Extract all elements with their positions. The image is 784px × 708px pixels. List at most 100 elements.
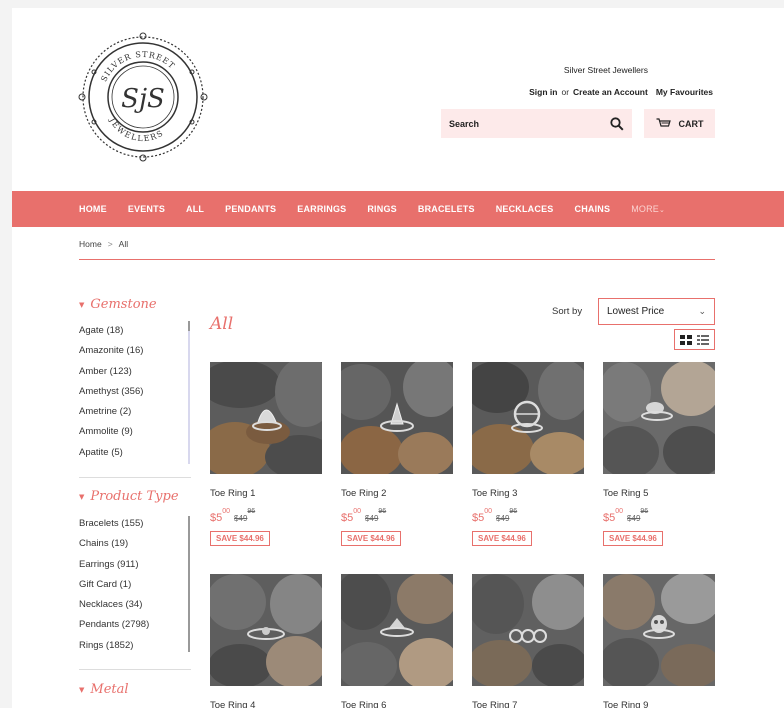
caret-down-icon: ▼ — [79, 492, 85, 501]
filter-heading-gemstone[interactable]: ▼ Gemstone — [79, 297, 157, 312]
save-badge: SAVE $44.96 — [603, 531, 663, 546]
product-name[interactable]: Toe Ring 5 — [603, 488, 648, 499]
nav-item-rings[interactable]: RINGS — [367, 204, 397, 214]
product-card[interactable]: Toe Ring 2 $500$4996 SAVE $44.96 — [341, 362, 453, 546]
original-price-main: $49 — [234, 514, 248, 523]
product-card[interactable]: Toe Ring 7 — [472, 574, 584, 708]
product-name[interactable]: Toe Ring 7 — [472, 700, 517, 708]
original-price-cents: 96 — [247, 508, 256, 515]
search-bar — [441, 109, 632, 138]
favourites-link[interactable]: My Favourites — [656, 87, 713, 97]
filter-heading-metal[interactable]: ▼ Metal — [79, 682, 129, 697]
filter-list-gemstone: Agate (18) Amazonite (16) Amber (123) Am… — [79, 321, 143, 463]
product-image[interactable] — [210, 574, 322, 686]
product-image[interactable] — [341, 362, 453, 474]
caret-down-icon: ▼ — [79, 300, 85, 309]
search-icon[interactable] — [610, 116, 624, 131]
filter-option[interactable]: Rings (1852) — [79, 636, 149, 656]
original-price-main: $49 — [627, 514, 641, 523]
price-cents: 00 — [222, 508, 231, 515]
filter-option[interactable]: Necklaces (34) — [79, 595, 149, 615]
filter-option[interactable]: Chains (19) — [79, 534, 149, 554]
nav-item-events[interactable]: EVENTS — [128, 204, 165, 214]
list-view-icon[interactable] — [696, 334, 709, 345]
collection-title: All — [210, 314, 234, 334]
product-name[interactable]: Toe Ring 6 — [341, 700, 386, 708]
filter-title-gemstone: Gemstone — [90, 297, 157, 312]
product-card[interactable]: Toe Ring 9 — [603, 574, 715, 708]
svg-text:SjS: SjS — [121, 84, 165, 114]
product-price: $500$4996 — [472, 508, 517, 526]
filter-heading-product-type[interactable]: ▼ Product Type — [79, 489, 179, 504]
product-image[interactable] — [341, 574, 453, 686]
filter-option[interactable]: Ametrine (2) — [79, 402, 143, 422]
product-image[interactable] — [472, 362, 584, 474]
sign-in-link[interactable]: Sign in — [529, 87, 557, 97]
save-badge: SAVE $44.96 — [341, 531, 401, 546]
product-card[interactable]: Toe Ring 4 — [210, 574, 322, 708]
chevron-down-icon: ⌄ — [698, 306, 706, 316]
price-cents: 00 — [484, 508, 493, 515]
product-image[interactable] — [210, 362, 322, 474]
product-name[interactable]: Toe Ring 2 — [341, 488, 386, 499]
nav-item-pendants[interactable]: PENDANTS — [225, 204, 276, 214]
gemstone-scrollbar[interactable] — [188, 321, 190, 464]
breadcrumb-separator: > — [107, 239, 113, 249]
original-price-main: $49 — [365, 514, 379, 523]
breadcrumb-home[interactable]: Home — [79, 239, 102, 249]
store-name: Silver Street Jewellers — [563, 65, 648, 75]
caret-down-icon: ▼ — [79, 685, 85, 694]
product-card[interactable]: Toe Ring 3 $500$4996 SAVE $44.96 — [472, 362, 584, 546]
filter-option[interactable]: Apatite (5) — [79, 443, 143, 463]
sort-value: Lowest Price — [607, 306, 665, 317]
grid-view-icon[interactable] — [680, 334, 693, 345]
nav-item-earrings[interactable]: EARRINGS — [297, 204, 346, 214]
page: SILVER STREET JEWELLERS SjS Silver Stree… — [12, 8, 784, 708]
nav-item-chains[interactable]: CHAINS — [575, 204, 611, 214]
nav-item-home[interactable]: HOME — [79, 204, 107, 214]
product-card[interactable]: Toe Ring 1 $500$4996 SAVE $44.96 — [210, 362, 322, 546]
divider — [79, 477, 191, 478]
filter-option[interactable]: Amethyst (356) — [79, 382, 143, 402]
product-image[interactable] — [603, 574, 715, 686]
nav-item-all[interactable]: ALL — [186, 204, 204, 214]
filter-list-product-type: Bracelets (155) Chains (19) Earrings (91… — [79, 514, 149, 656]
filter-option[interactable]: Amazonite (16) — [79, 341, 143, 361]
product-image[interactable] — [603, 362, 715, 474]
divider — [79, 669, 191, 670]
price-main: $5 — [341, 512, 354, 524]
filter-option[interactable]: Amber (123) — [79, 362, 143, 382]
store-logo[interactable]: SILVER STREET JEWELLERS SjS — [78, 32, 208, 162]
chevron-down-icon: ⌄ — [659, 207, 666, 214]
cart-icon — [656, 117, 671, 127]
sort-select[interactable]: Lowest Price ⌄ — [598, 298, 715, 325]
view-toggle — [674, 329, 715, 350]
product-name[interactable]: Toe Ring 3 — [472, 488, 517, 499]
product-name[interactable]: Toe Ring 4 — [210, 700, 255, 708]
divider — [79, 259, 715, 260]
create-account-link[interactable]: Create an Account — [573, 87, 648, 97]
product-type-scrollbar[interactable] — [188, 516, 190, 652]
cart-button[interactable]: CART — [644, 109, 715, 138]
save-badge: SAVE $44.96 — [210, 531, 270, 546]
filter-option[interactable]: Gift Card (1) — [79, 575, 149, 595]
filter-option[interactable]: Agate (18) — [79, 321, 143, 341]
product-card[interactable]: Toe Ring 5 $500$4996 SAVE $44.96 — [603, 362, 715, 546]
scrollbar-thumb[interactable] — [188, 321, 190, 331]
product-name[interactable]: Toe Ring 1 — [210, 488, 255, 499]
nav-item-bracelets[interactable]: BRACELETS — [418, 204, 475, 214]
filter-option[interactable]: Bracelets (155) — [79, 514, 149, 534]
filter-option[interactable]: Ammolite (9) — [79, 422, 143, 442]
nav-item-necklaces[interactable]: NECKLACES — [496, 204, 554, 214]
search-input[interactable] — [449, 118, 610, 129]
original-price-main: $49 — [496, 514, 510, 523]
price-cents: 00 — [615, 508, 624, 515]
product-card[interactable]: Toe Ring 6 — [341, 574, 453, 708]
scrollbar-thumb[interactable] — [188, 516, 190, 652]
nav-item-more[interactable]: MORE⌄ — [631, 204, 665, 214]
price-main: $5 — [210, 512, 223, 524]
filter-option[interactable]: Pendants (2798) — [79, 615, 149, 635]
filter-option[interactable]: Earrings (911) — [79, 555, 149, 575]
product-image[interactable] — [472, 574, 584, 686]
product-name[interactable]: Toe Ring 9 — [603, 700, 648, 708]
